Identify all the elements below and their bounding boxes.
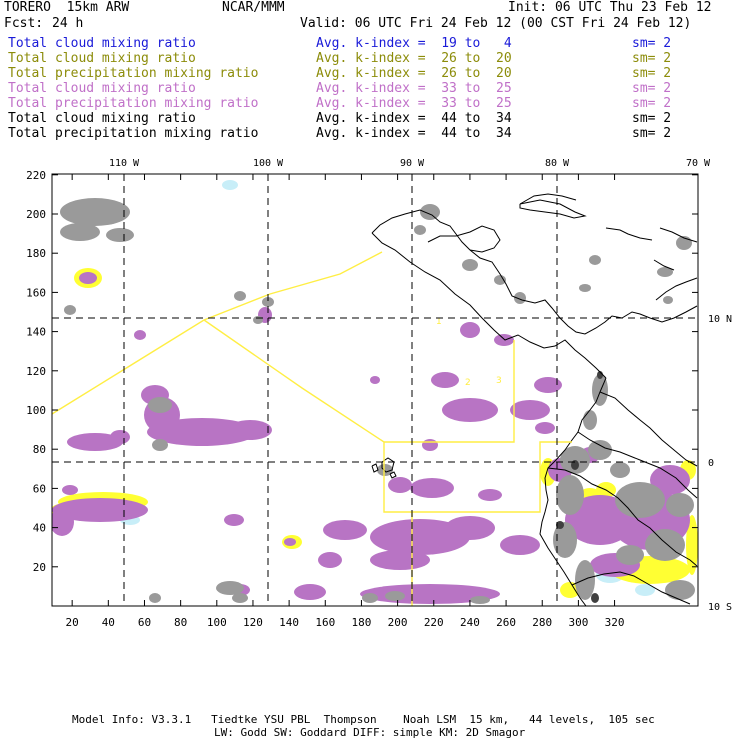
longitude-label: 100 W [253,158,284,169]
y-tick-label: 60 [33,482,46,495]
model-info-line1: Model Info: V3.3.1 Tiedtke YSU PBL Thomp… [72,713,655,726]
x-tick-label: 120 [243,616,263,629]
x-tick-label: 60 [138,616,151,629]
x-tick-label: 40 [102,616,115,629]
x-tick-labels: 20 40 60 80 100 120 140 160 180 200 220 240 260 280 30… [66,616,625,629]
x-tick-label: 80 [174,616,187,629]
model-info-line2: LW: Godd SW: Goddard DIFF: simple KM: 2D… [214,726,526,739]
x-tick-label: 160 [315,616,335,629]
x-tick-label: 260 [496,616,516,629]
longitude-label: 70 W [686,158,711,169]
x-tick-label: 220 [424,616,444,629]
x-tick-label: 240 [460,616,480,629]
y-tick-label: 220 [26,169,46,182]
y-tick-label: 20 [33,561,46,574]
y-tick-labels: 220 200 180 160 140 120 100 80 60 40 20 [26,169,46,574]
y-tick-label: 140 [26,326,46,339]
longitude-labels: 110 W 100 W 90 W 80 W 70 W [109,158,711,169]
y-tick-label: 80 [33,443,46,456]
x-tick-label: 280 [532,616,552,629]
forecast-map: 1 2 3 20 40 60 80 100 120 140 160 180 200 220 240 26… [26,158,732,629]
svg-text:3: 3 [496,376,502,386]
svg-text:2: 2 [465,378,471,388]
x-tick-label: 180 [352,616,372,629]
x-tick-label: 320 [605,616,625,629]
y-tick-label: 180 [26,247,46,260]
region-boundaries: 1 2 3 [52,251,572,606]
longitude-label: 80 W [545,158,570,169]
latitude-label: 10 S [708,602,732,613]
x-tick-label: 20 [66,616,79,629]
longitude-label: 90 W [400,158,425,169]
precip-purple-layer [52,272,690,604]
latitude-labels: 10 N 0 10 S [708,314,732,613]
y-tick-label: 40 [33,522,46,535]
x-tick-label: 140 [279,616,299,629]
longitude-label: 110 W [109,158,140,169]
latitude-label: 10 N [708,314,732,325]
x-tick-label: 300 [568,616,588,629]
y-tick-label: 120 [26,365,46,378]
latitude-label: 0 [708,458,714,469]
y-tick-label: 200 [26,208,46,221]
x-tick-label: 200 [388,616,408,629]
y-tick-label: 160 [26,286,46,299]
x-tick-label: 100 [207,616,227,629]
y-tick-label: 100 [26,404,46,417]
